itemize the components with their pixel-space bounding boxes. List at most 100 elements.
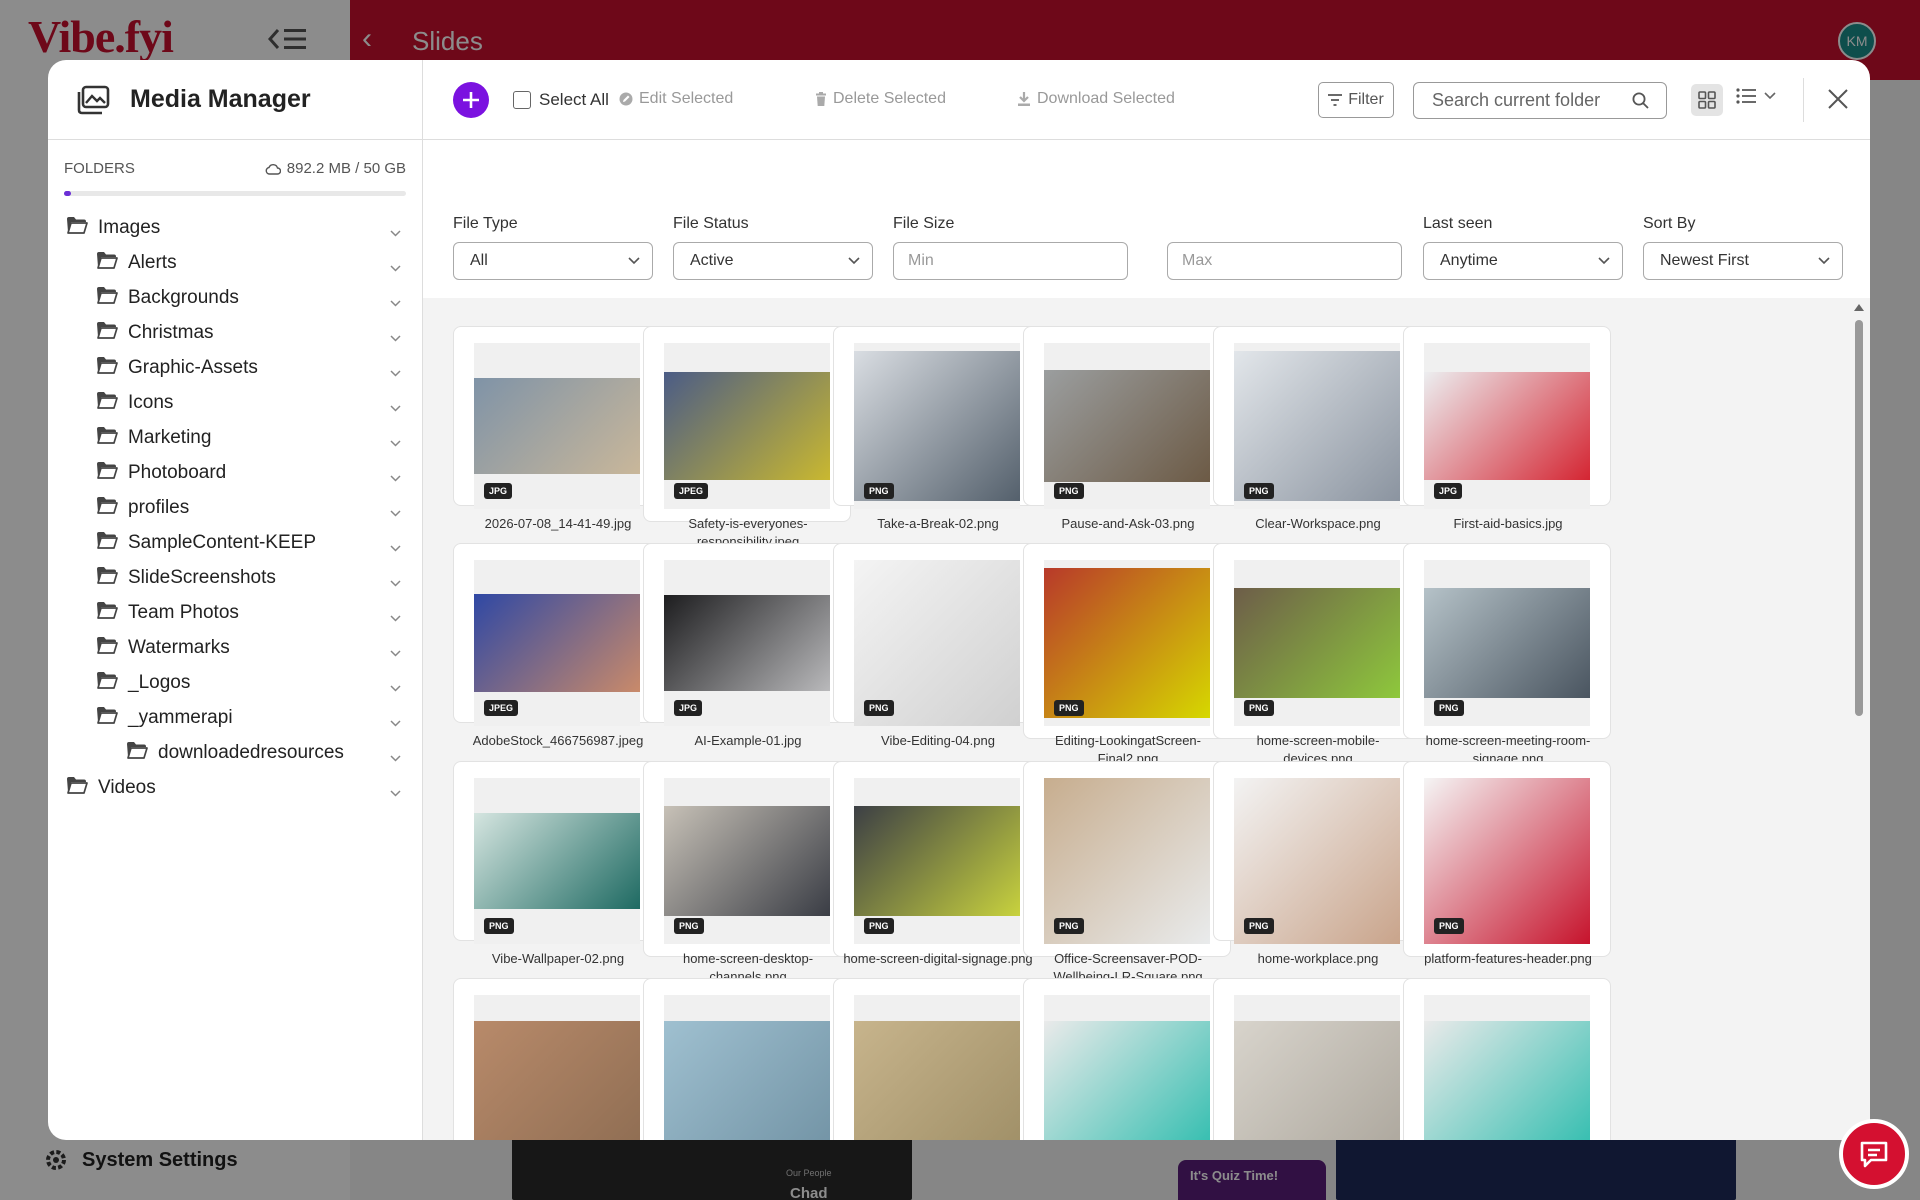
media-card[interactable]: PNG home-screen-desktop-channels.png <box>643 761 851 984</box>
folder-item[interactable]: Team Photos <box>48 595 422 630</box>
folder-item[interactable]: Watermarks <box>48 630 422 665</box>
search-input[interactable] <box>1432 90 1632 111</box>
folder-icon <box>96 426 118 450</box>
media-card[interactable]: JPEG AdobeStock_466756987.jpeg <box>453 543 661 748</box>
folder-item[interactable]: downloadedresources <box>48 735 422 770</box>
media-card[interactable] <box>1213 978 1421 1140</box>
media-card[interactable]: JPEG Safety-is-everyones-responsibility.j… <box>643 326 851 549</box>
folder-item[interactable]: Marketing <box>48 420 422 455</box>
folder-icon <box>96 671 118 695</box>
media-card[interactable]: PNG Editing-LookingatScreen-Final2.png <box>1023 543 1231 766</box>
chevron-down-icon[interactable] <box>390 256 401 278</box>
media-card[interactable]: PNG Vibe-Wallpaper-02.png <box>453 761 661 966</box>
media-card[interactable]: PNG Vibe-Editing-04.png <box>833 543 1041 748</box>
folder-icon <box>96 321 118 345</box>
sort-by-select[interactable]: Newest First <box>1643 242 1843 280</box>
last-seen-select[interactable]: Anytime <box>1423 242 1623 280</box>
file-name: home-screen-digital-signage.png <box>843 951 1033 966</box>
chevron-down-icon[interactable] <box>390 291 401 313</box>
grid-scrollbar[interactable] <box>1853 298 1865 1140</box>
folder-item[interactable]: Alerts <box>48 245 422 280</box>
file-name: Take-a-Break-02.png <box>877 516 999 531</box>
chevron-down-icon[interactable] <box>390 431 401 453</box>
media-card[interactable]: PNG Take-a-Break-02.png <box>833 326 1041 531</box>
modal-header: Media Manager <box>48 60 422 140</box>
folder-item[interactable]: SlideScreenshots <box>48 560 422 595</box>
list-icon <box>1736 88 1756 104</box>
folder-item[interactable]: _yammerapi <box>48 700 422 735</box>
folder-item[interactable]: Images <box>48 210 422 245</box>
file-size-min-input[interactable] <box>893 242 1128 280</box>
folder-icon <box>126 741 148 765</box>
chevron-down-icon[interactable] <box>390 781 401 803</box>
media-thumbnail: PNG <box>1044 560 1210 726</box>
search-box[interactable] <box>1413 82 1667 119</box>
media-thumbnail: PNG <box>664 778 830 944</box>
chevron-down-icon[interactable] <box>390 676 401 698</box>
media-card[interactable]: PNG home-workplace.png <box>1213 761 1421 966</box>
search-icon[interactable] <box>1632 92 1649 109</box>
chevron-down-icon[interactable] <box>390 536 401 558</box>
file-type-badge: JPEG <box>484 700 519 716</box>
media-card[interactable]: PNG Pause-and-Ask-03.png <box>1023 326 1231 531</box>
folder-item[interactable]: Videos <box>48 770 422 805</box>
chevron-down-icon <box>848 257 860 265</box>
media-card[interactable]: PNG home-screen-mobile-devices.png <box>1213 543 1421 766</box>
media-card[interactable] <box>1023 978 1231 1140</box>
folder-item[interactable]: SampleContent-KEEP <box>48 525 422 560</box>
last-seen-filter: Last seen Anytime <box>1423 215 1623 280</box>
filter-button[interactable]: Filter <box>1318 82 1394 118</box>
select-all-checkbox[interactable]: Select All <box>513 90 609 110</box>
chevron-down-icon[interactable] <box>390 221 401 243</box>
chat-support-button[interactable] <box>1839 1119 1909 1189</box>
close-icon[interactable] <box>1827 88 1849 110</box>
media-card[interactable]: JPG First-aid-basics.jpg <box>1403 326 1611 531</box>
media-card[interactable]: JPG 2026-07-08_14-41-49.jpg <box>453 326 661 531</box>
scroll-thumb[interactable] <box>1855 320 1863 716</box>
media-card[interactable] <box>643 978 851 1140</box>
chevron-down-icon[interactable] <box>390 711 401 733</box>
chevron-down-icon[interactable] <box>390 396 401 418</box>
download-selected-button[interactable]: Download Selected <box>1017 90 1175 108</box>
media-card[interactable]: PNG Clear-Workspace.png <box>1213 326 1421 531</box>
media-card[interactable]: PNG home-screen-digital-signage.png <box>833 761 1041 966</box>
file-type-select[interactable]: All <box>453 242 653 280</box>
folder-item[interactable]: Backgrounds <box>48 280 422 315</box>
chevron-down-icon[interactable] <box>390 361 401 383</box>
media-thumbnail: PNG <box>854 343 1020 509</box>
folder-item[interactable]: profiles <box>48 490 422 525</box>
chevron-down-icon[interactable] <box>390 326 401 348</box>
media-card[interactable]: PNG platform-features-header.png <box>1403 761 1611 966</box>
scroll-up-arrow-icon[interactable] <box>1853 302 1865 312</box>
folder-label: _yammerapi <box>128 706 233 728</box>
chevron-down-icon[interactable] <box>390 571 401 593</box>
folder-item[interactable]: Christmas <box>48 315 422 350</box>
media-card[interactable] <box>833 978 1041 1140</box>
checkbox-box[interactable] <box>513 91 531 109</box>
thumbnail-image <box>474 813 640 909</box>
media-card[interactable]: PNG home-screen-meeting-room-signage.png <box>1403 543 1611 766</box>
file-status-select[interactable]: Active <box>673 242 873 280</box>
add-media-button[interactable] <box>453 82 489 118</box>
folder-item[interactable]: Graphic-Assets <box>48 350 422 385</box>
chevron-down-icon[interactable] <box>390 501 401 523</box>
media-card[interactable]: PNG Office-Screensaver-POD-Wellbeing-LR-S… <box>1023 761 1231 984</box>
chevron-down-icon[interactable] <box>390 606 401 628</box>
media-card[interactable]: JPG AI-Example-01.jpg <box>643 543 851 748</box>
folder-item[interactable]: Icons <box>48 385 422 420</box>
folder-item[interactable]: _Logos <box>48 665 422 700</box>
file-type-badge: PNG <box>1054 700 1084 716</box>
file-type-badge: PNG <box>864 700 894 716</box>
file-size-max-input[interactable] <box>1167 242 1402 280</box>
delete-selected-button[interactable]: Delete Selected <box>815 90 946 108</box>
media-thumbnail: PNG <box>1234 778 1400 944</box>
grid-view-button[interactable] <box>1691 84 1723 116</box>
media-card[interactable] <box>1403 978 1611 1140</box>
chevron-down-icon[interactable] <box>390 466 401 488</box>
media-card[interactable] <box>453 978 661 1140</box>
chevron-down-icon[interactable] <box>390 746 401 768</box>
list-view-dropdown[interactable] <box>1736 88 1776 104</box>
edit-selected-button[interactable]: Edit Selected <box>619 90 733 108</box>
folder-item[interactable]: Photoboard <box>48 455 422 490</box>
chevron-down-icon[interactable] <box>390 641 401 663</box>
